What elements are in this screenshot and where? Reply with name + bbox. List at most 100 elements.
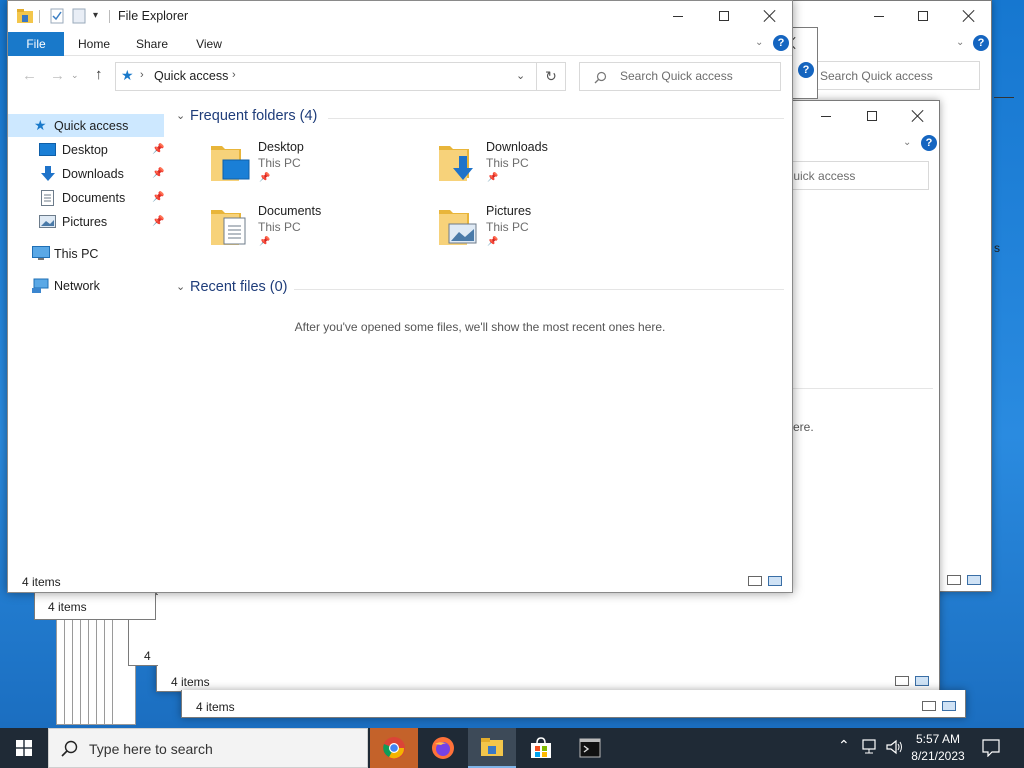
sidebar-item-quick-access[interactable]: ★ Quick access <box>8 114 164 137</box>
tab-home[interactable]: Home <box>72 32 116 56</box>
background-window-overlap[interactable]: ? <box>790 27 818 99</box>
divider <box>109 10 110 23</box>
group-rule <box>294 289 784 290</box>
tab-file[interactable]: File <box>8 32 64 56</box>
help-icon[interactable]: ? <box>973 35 989 51</box>
sidebar-item-network[interactable]: Network <box>8 274 164 297</box>
volume-icon[interactable] <box>886 739 904 755</box>
properties-icon[interactable] <box>50 8 64 24</box>
search-input[interactable]: Search Quick access <box>800 61 980 90</box>
breadcrumb-separator-icon[interactable]: › <box>232 69 236 81</box>
tiles-view-icon[interactable] <box>768 576 782 586</box>
minimize-button[interactable] <box>655 1 701 31</box>
expand-ribbon-icon[interactable]: ⌄ <box>755 37 763 48</box>
maximize-button[interactable] <box>701 1 747 31</box>
ribbon-tabs: File Home Share View ⌄ ? <box>8 32 792 56</box>
view-toggle[interactable] <box>895 675 929 687</box>
folder-tile-pictures[interactable]: Pictures This PC 📌 <box>438 204 658 256</box>
customize-qat-icon[interactable]: ▾ <box>93 10 98 21</box>
address-history-chevron-icon[interactable]: ⌄ <box>516 69 525 82</box>
notification-center-icon[interactable] <box>982 739 1000 757</box>
taskbar-app-chrome[interactable] <box>370 728 418 768</box>
folder-tile-desktop[interactable]: Desktop This PC 📌 <box>210 140 430 192</box>
minimize-button[interactable] <box>856 1 902 31</box>
view-toggle[interactable] <box>748 575 782 587</box>
chevron-down-icon[interactable]: ⌄ <box>903 137 911 148</box>
close-button[interactable] <box>895 101 941 131</box>
close-button[interactable] <box>747 1 793 31</box>
sidebar-item-downloads[interactable]: Downloads 📌 <box>8 162 164 185</box>
title-bar[interactable]: ▾ File Explorer <box>8 1 792 32</box>
breadcrumb-separator-icon[interactable]: › <box>140 69 144 81</box>
search-input[interactable]: Search Quick access <box>579 62 781 91</box>
address-bar[interactable]: ★ › Quick access › ⌄ <box>115 62 537 91</box>
pin-icon[interactable]: 📌 <box>152 216 164 227</box>
background-window-bottom[interactable]: 4 items <box>181 690 966 718</box>
help-icon[interactable]: ? <box>773 35 789 51</box>
background-window-left[interactable]: 4 items <box>34 592 156 620</box>
folder-tile-downloads[interactable]: Downloads This PC 📌 <box>438 140 658 192</box>
close-button[interactable] <box>946 1 992 31</box>
up-arrow-icon[interactable]: ↑ <box>95 66 103 83</box>
downloads-folder-icon <box>439 146 473 181</box>
taskbar-app-terminal[interactable] <box>566 728 614 768</box>
chevron-down-icon[interactable]: ⌄ <box>956 37 964 48</box>
content-pane: ⌄ Frequent folders (4) Desktop This PC 📌… <box>168 97 792 557</box>
details-view-icon[interactable] <box>748 576 762 586</box>
taskbar-app-firefox[interactable] <box>419 728 467 768</box>
recent-locations-icon[interactable]: ⌄ <box>71 70 79 81</box>
sidebar-item-this-pc[interactable]: This PC <box>8 242 164 265</box>
status-item-count: 4 items <box>196 700 235 714</box>
tab-view[interactable]: View <box>187 32 231 56</box>
details-view-icon <box>922 701 936 711</box>
help-icon[interactable]: ? <box>798 62 814 78</box>
taskbar-app-store[interactable] <box>517 728 565 768</box>
sidebar-item-desktop[interactable]: Desktop 📌 <box>8 138 164 161</box>
tab-share[interactable]: Share <box>130 32 174 56</box>
refresh-icon: ↻ <box>545 68 557 84</box>
sidebar-item-label: Quick access <box>54 118 129 133</box>
collapse-chevron-icon[interactable]: ⌄ <box>176 280 185 293</box>
maximize-button[interactable] <box>900 1 946 31</box>
sidebar-item-pictures[interactable]: Pictures 📌 <box>8 210 164 233</box>
group-header-recent[interactable]: Recent files (0) <box>190 279 288 295</box>
pin-icon[interactable]: 📌 <box>152 168 164 179</box>
clock-date[interactable]: 8/21/2023 <box>908 749 968 763</box>
breadcrumb-location[interactable]: Quick access <box>154 69 228 83</box>
view-toggle[interactable] <box>947 574 981 586</box>
collapse-chevron-icon[interactable]: ⌄ <box>176 109 185 122</box>
search-icon <box>61 740 78 757</box>
forward-arrow-icon[interactable]: → <box>50 67 65 84</box>
folder-tile-documents[interactable]: Documents This PC 📌 <box>210 204 430 256</box>
new-folder-icon[interactable] <box>72 8 86 24</box>
group-rule <box>328 118 784 119</box>
sidebar-item-label: Pictures <box>62 214 108 229</box>
back-arrow-icon[interactable]: ← <box>22 67 37 84</box>
view-toggle[interactable] <box>922 700 956 712</box>
status-item-count: 4 items <box>48 600 87 614</box>
help-icon[interactable]: ? <box>921 135 937 151</box>
search-icon <box>594 71 607 84</box>
show-hidden-icons-chevron-icon[interactable]: ⌃ <box>838 737 850 754</box>
minimize-button[interactable] <box>803 101 849 131</box>
network-status-icon[interactable] <box>862 739 880 755</box>
pin-icon[interactable]: 📌 <box>152 192 164 203</box>
sidebar-item-label: Desktop <box>62 142 108 157</box>
clock-time[interactable]: 5:57 AM <box>908 732 968 746</box>
taskbar-app-file-explorer[interactable] <box>468 728 516 768</box>
sidebar-item-documents[interactable]: Documents 📌 <box>8 186 164 209</box>
group-header-frequent[interactable]: Frequent folders (4) <box>190 108 317 124</box>
folder-name: Desktop <box>258 140 304 154</box>
refresh-button[interactable]: ↻ <box>537 62 566 91</box>
pictures-folder-icon <box>439 210 477 245</box>
maximize-button[interactable] <box>849 101 895 131</box>
pin-icon: 📌 <box>487 236 499 246</box>
group-rule <box>793 388 933 389</box>
file-explorer-window[interactable]: ▾ File Explorer File Home Share View ⌄ ?… <box>7 0 793 593</box>
sidebar-item-label: This PC <box>54 246 99 261</box>
maximize-icon <box>867 111 877 121</box>
taskbar-search-box[interactable]: Type here to search <box>48 728 368 768</box>
pin-icon[interactable]: 📌 <box>152 144 164 155</box>
pin-icon: 📌 <box>259 172 271 182</box>
start-button[interactable] <box>0 728 48 768</box>
